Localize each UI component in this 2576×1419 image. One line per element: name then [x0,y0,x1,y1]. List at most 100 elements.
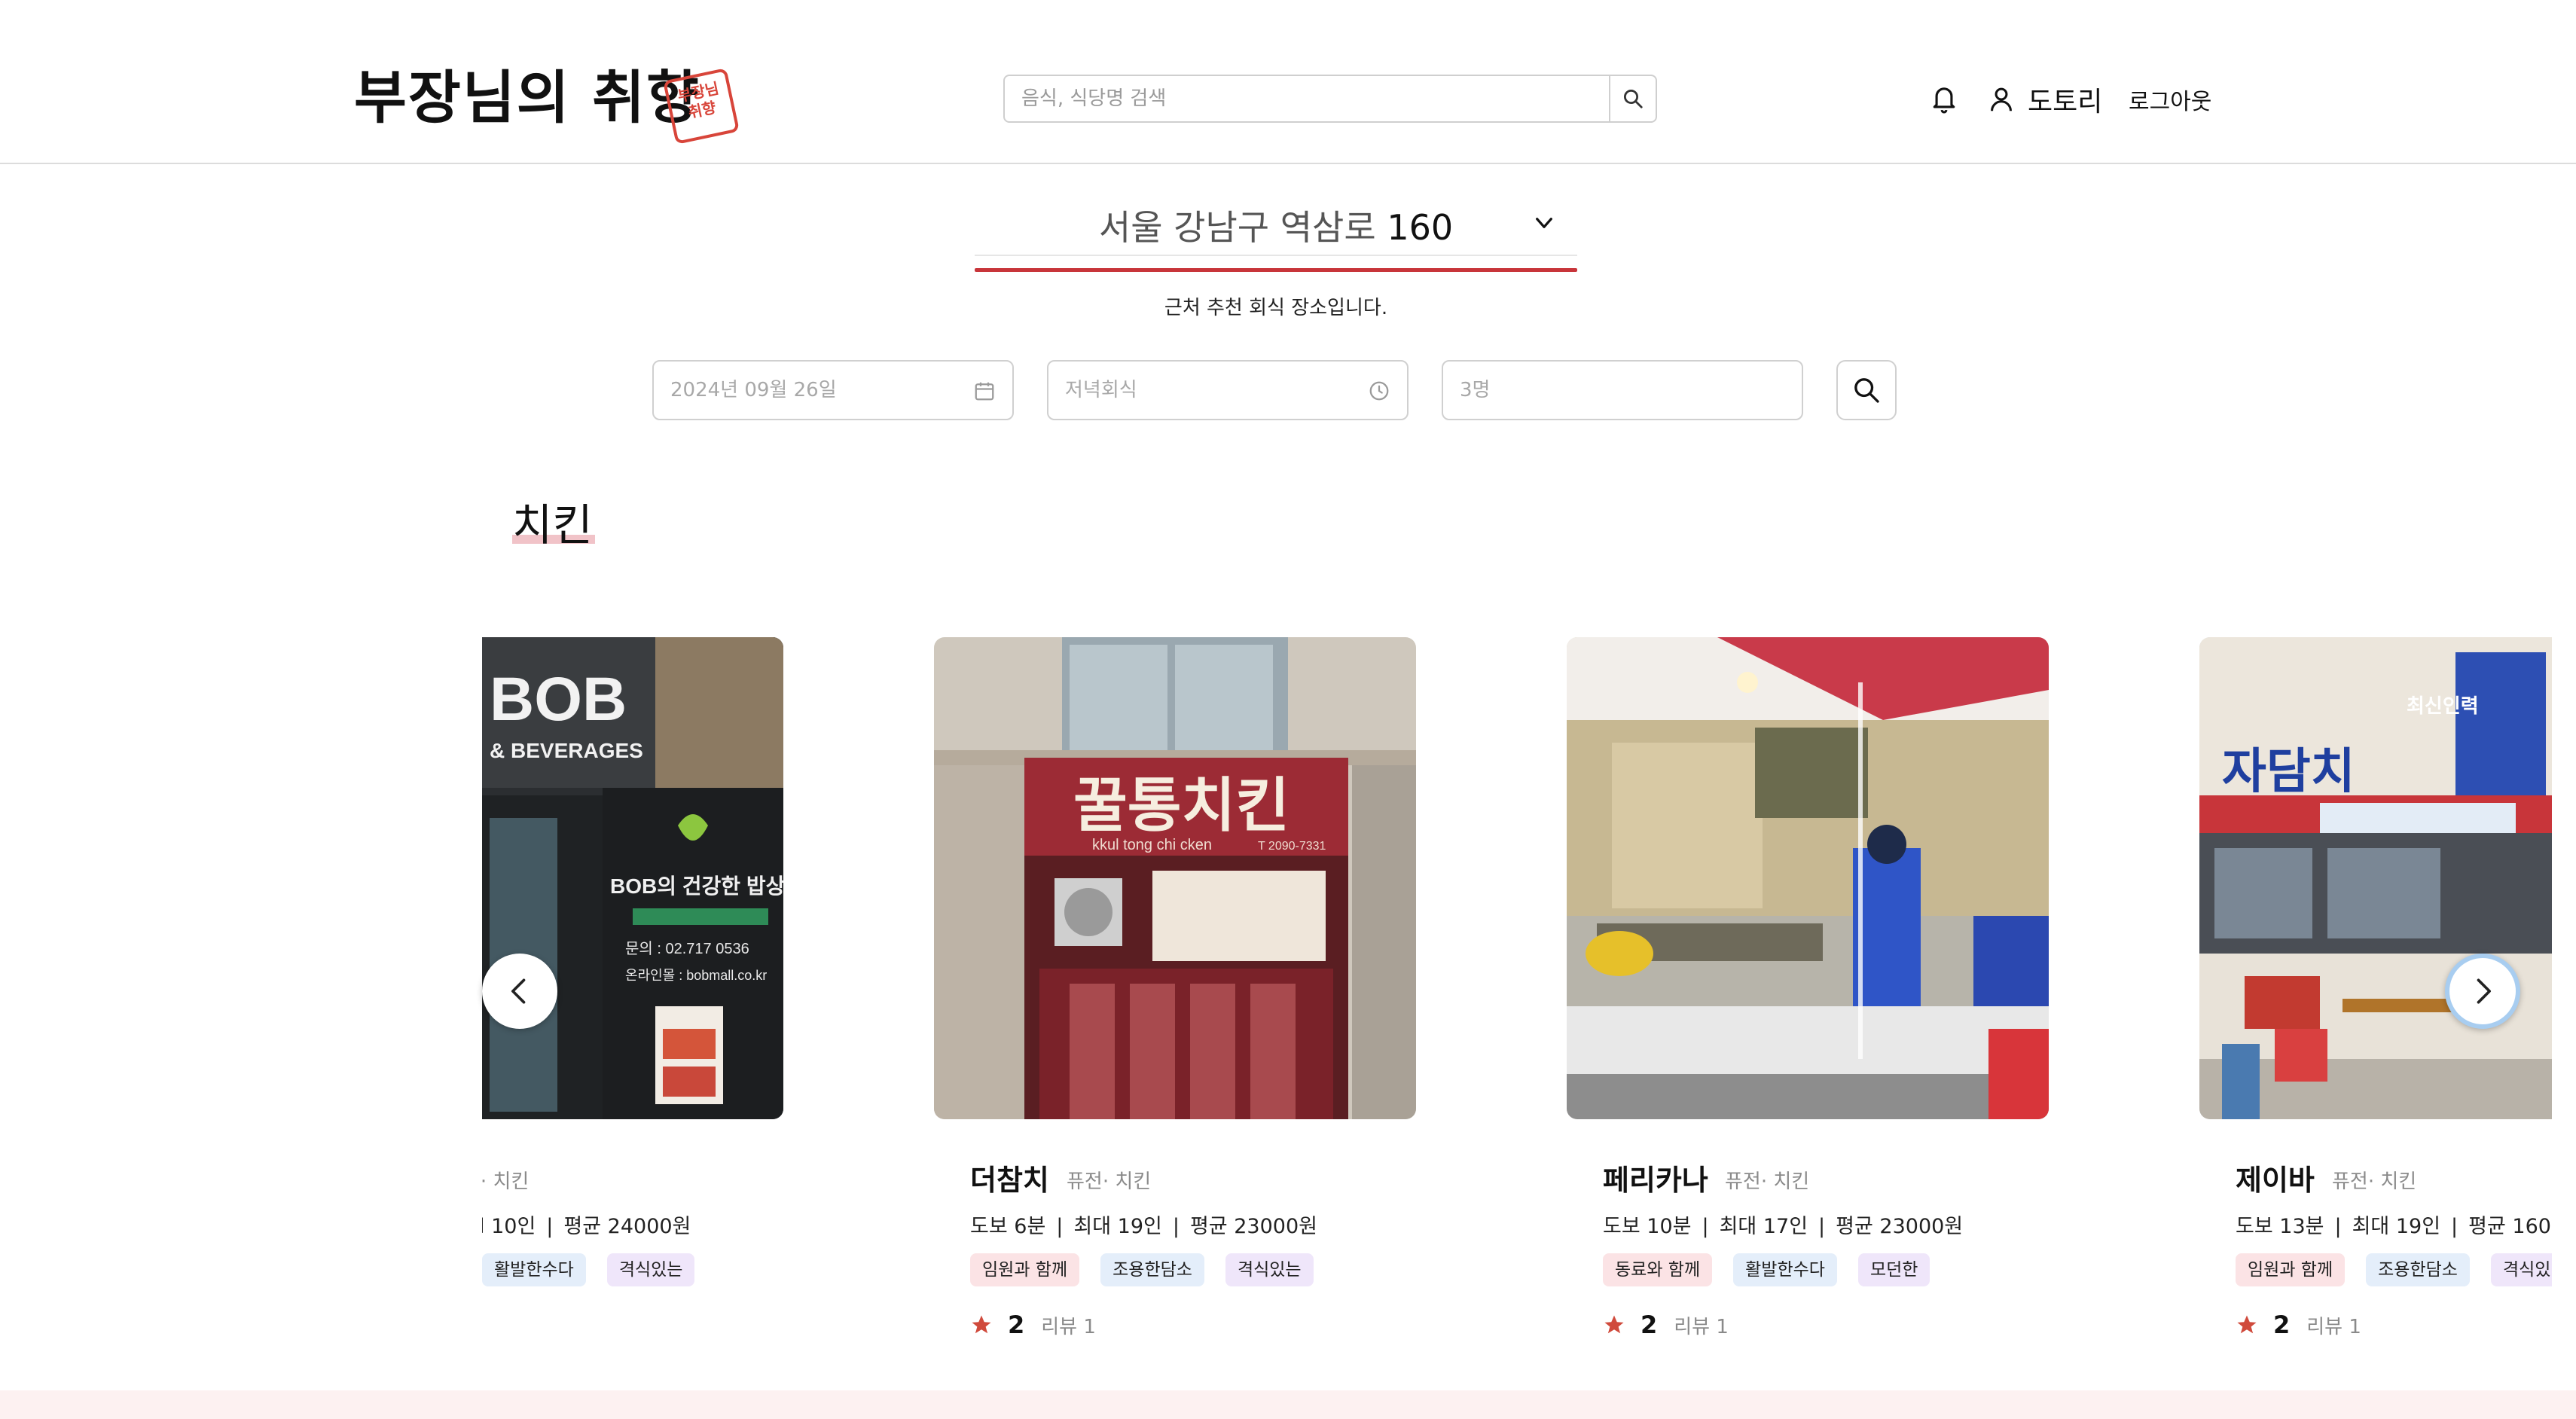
restaurant-category: 전· 치킨 [482,1170,530,1193]
star-icon [972,1315,991,1334]
footer-band [0,1390,2576,1419]
rating: 2 리뷰 1 [1603,1311,1729,1339]
time-field [1047,360,1409,420]
restaurant-card[interactable]: 꿀통치킨 kkul tong chi cken T 2090-7331 더참치 … [934,637,1416,1360]
restaurant-photo-kkultong: 꿀통치킨 kkul tong chi cken T 2090-7331 [934,637,1416,1119]
star-icon [2237,1315,2257,1334]
carousel-next-button[interactable] [2445,954,2520,1029]
search-icon [1854,378,1879,403]
tag[interactable]: 임원과 함께 [970,1253,1080,1286]
restaurant-card[interactable]: 페리카나 퓨전· 치킨 도보 10분 | 최대 17인 | 평균 23000원 동료와 … [1567,637,2049,1360]
kkultong-sign: 꿀통치킨 [1073,772,1290,840]
jaybar-sign: 자담치 [2222,744,2355,800]
address-main: 서울 강남구 역삼로 [1098,207,1376,248]
date-input[interactable] [654,362,955,419]
chevron-left-icon [511,978,526,1004]
date-field [652,360,1014,420]
restaurant-photo[interactable]: BOB & BEVERAGES BOB의 건강한 밥상 문의 : 02.717 … [482,637,783,1119]
restaurant-meta: 도보 13분|최대 19인|평균 1600 [2236,1210,2552,1239]
carousel-prev-button[interactable] [482,954,557,1029]
restaurant-tags: 임원과 함께 조용한담소 격식있 [2236,1253,2552,1286]
tag[interactable]: 조용한담소 [2366,1253,2470,1286]
address-subtitle: 근처 추천 회식 장소입니다. [1164,297,1388,319]
bell-icon[interactable] [1931,84,1957,114]
chevron-down-icon[interactable] [1532,211,1556,235]
restaurant-category: 퓨전· 치킨 [1067,1170,1152,1193]
restaurant-photo-jaybar: 자담치 최신인력 [2199,637,2552,1119]
meta-walk: 도보 13분 [2236,1215,2324,1238]
filter-search-button[interactable] [1836,360,1897,420]
tag[interactable]: 격식있 [2490,1253,2552,1286]
meta-price: 평균 23000원 [1836,1215,1964,1238]
jaybar-side-sign: 최신인력 [2407,695,2479,718]
kkultong-roman: kkul tong chi cken [1092,837,1212,853]
address-underline [975,268,1577,272]
logo-seal: 부장님 취향 [662,67,740,145]
rating-score: 2 [1008,1311,1025,1339]
address-selector[interactable]: 서울 강남구 역삼로 160 [975,188,1577,273]
category-title: 치킨 [512,499,593,551]
header-search [1003,75,1657,123]
meta-capacity: 최대 17인 [1719,1215,1808,1238]
user-icon [1991,87,2012,111]
bob-phone: 문의 : 02.717 0536 [625,940,749,957]
restaurant-carousel: BOB & BEVERAGES BOB의 건강한 밥상 문의 : 02.717 … [482,637,2552,1360]
restaurant-name[interactable]: 제이바 [2236,1157,2315,1198]
rating-score: 2 [1641,1311,1658,1339]
restaurant-tags: 동료와 함께 활발한수다 모던한 [1603,1253,1930,1286]
logo-text: 부장님의 취향 [354,64,700,131]
address-text: 서울 강남구 역삼로 160 [975,200,1577,250]
people-input[interactable] [1443,362,1744,419]
bob-sign: BOB의 건강한 밥상 [610,874,783,898]
review-count[interactable]: 리뷰 1 [1674,1311,1729,1339]
rating: 2 리뷰 1 [2236,1311,2361,1339]
meta-walk: 도보 10분 [1603,1215,1692,1238]
tag[interactable]: 격식있는 [606,1253,695,1286]
username[interactable]: 도토리 [2028,80,2102,119]
time-input[interactable] [1048,362,1350,419]
search-button[interactable] [1609,76,1656,121]
tag[interactable]: 조용한담소 [1100,1253,1204,1286]
rating-score: 2 [2273,1311,2291,1339]
restaurant-photo[interactable]: 자담치 최신인력 [2199,637,2552,1119]
restaurant-meta: l 10인 | 평균 24000원 [482,1210,691,1239]
clock-icon[interactable] [1368,380,1390,402]
top-header: 부장님의 취향 부장님 취향 도토리 로그아웃 [0,0,2576,164]
meta-price: 평균 23000원 [1189,1215,1317,1238]
review-count[interactable]: 리뷰 1 [2306,1311,2361,1339]
restaurant-tags: 활발한수다 격식있는 [482,1253,695,1286]
tag[interactable]: 임원과 함께 [2236,1253,2346,1286]
tag[interactable]: 격식있는 [1225,1253,1314,1286]
tag[interactable]: 모던한 [1857,1253,1930,1286]
meta-price: 평균 1600 [2468,1215,2552,1238]
bob-web: 온라인몰 : bobmall.co.kr [625,968,767,983]
rating: 2 리뷰 1 [970,1311,1096,1339]
restaurant-photo[interactable]: 꿀통치킨 kkul tong chi cken T 2090-7331 [934,637,1416,1119]
restaurant-photo-bob: BOB & BEVERAGES BOB의 건강한 밥상 문의 : 02.717 … [482,637,783,1119]
tag[interactable]: 동료와 함께 [1603,1253,1713,1286]
tag[interactable]: 활발한수다 [482,1253,586,1286]
address-number: 160 [1387,207,1454,248]
calendar-icon[interactable] [973,380,996,402]
tag[interactable]: 활발한수다 [1733,1253,1837,1286]
meta-capacity: l 10인 [482,1215,536,1238]
restaurant-name[interactable]: 페리카나 [1603,1157,1708,1198]
search-icon [1624,90,1643,108]
meta-walk: 도보 6분 [970,1215,1046,1238]
bob-title: BOB [490,665,627,734]
meta-capacity: 최대 19인 [2352,1215,2441,1238]
restaurant-name[interactable]: 더참치 [970,1157,1049,1198]
star-icon [1604,1315,1624,1334]
restaurant-meta: 도보 6분 | 최대 19인 | 평균 23000원 [970,1215,1317,1238]
review-count[interactable]: 리뷰 1 [1041,1311,1096,1339]
logout-link[interactable]: 로그아웃 [2129,83,2211,116]
restaurant-tags: 임원과 함께 조용한담소 격식있는 [970,1253,1314,1286]
chevron-right-icon [2477,978,2491,1004]
meta-capacity: 최대 19인 [1073,1215,1162,1238]
bob-subtitle: & BEVERAGES [490,739,643,762]
restaurant-category: 퓨전· 치킨 [2332,1170,2417,1193]
kkultong-phone: T 2090-7331 [1258,840,1326,853]
search-input[interactable] [1005,76,1610,121]
restaurant-photo[interactable] [1567,637,2049,1119]
restaurant-meta: 도보 10분 | 최대 17인 | 평균 23000원 [1603,1215,1964,1238]
